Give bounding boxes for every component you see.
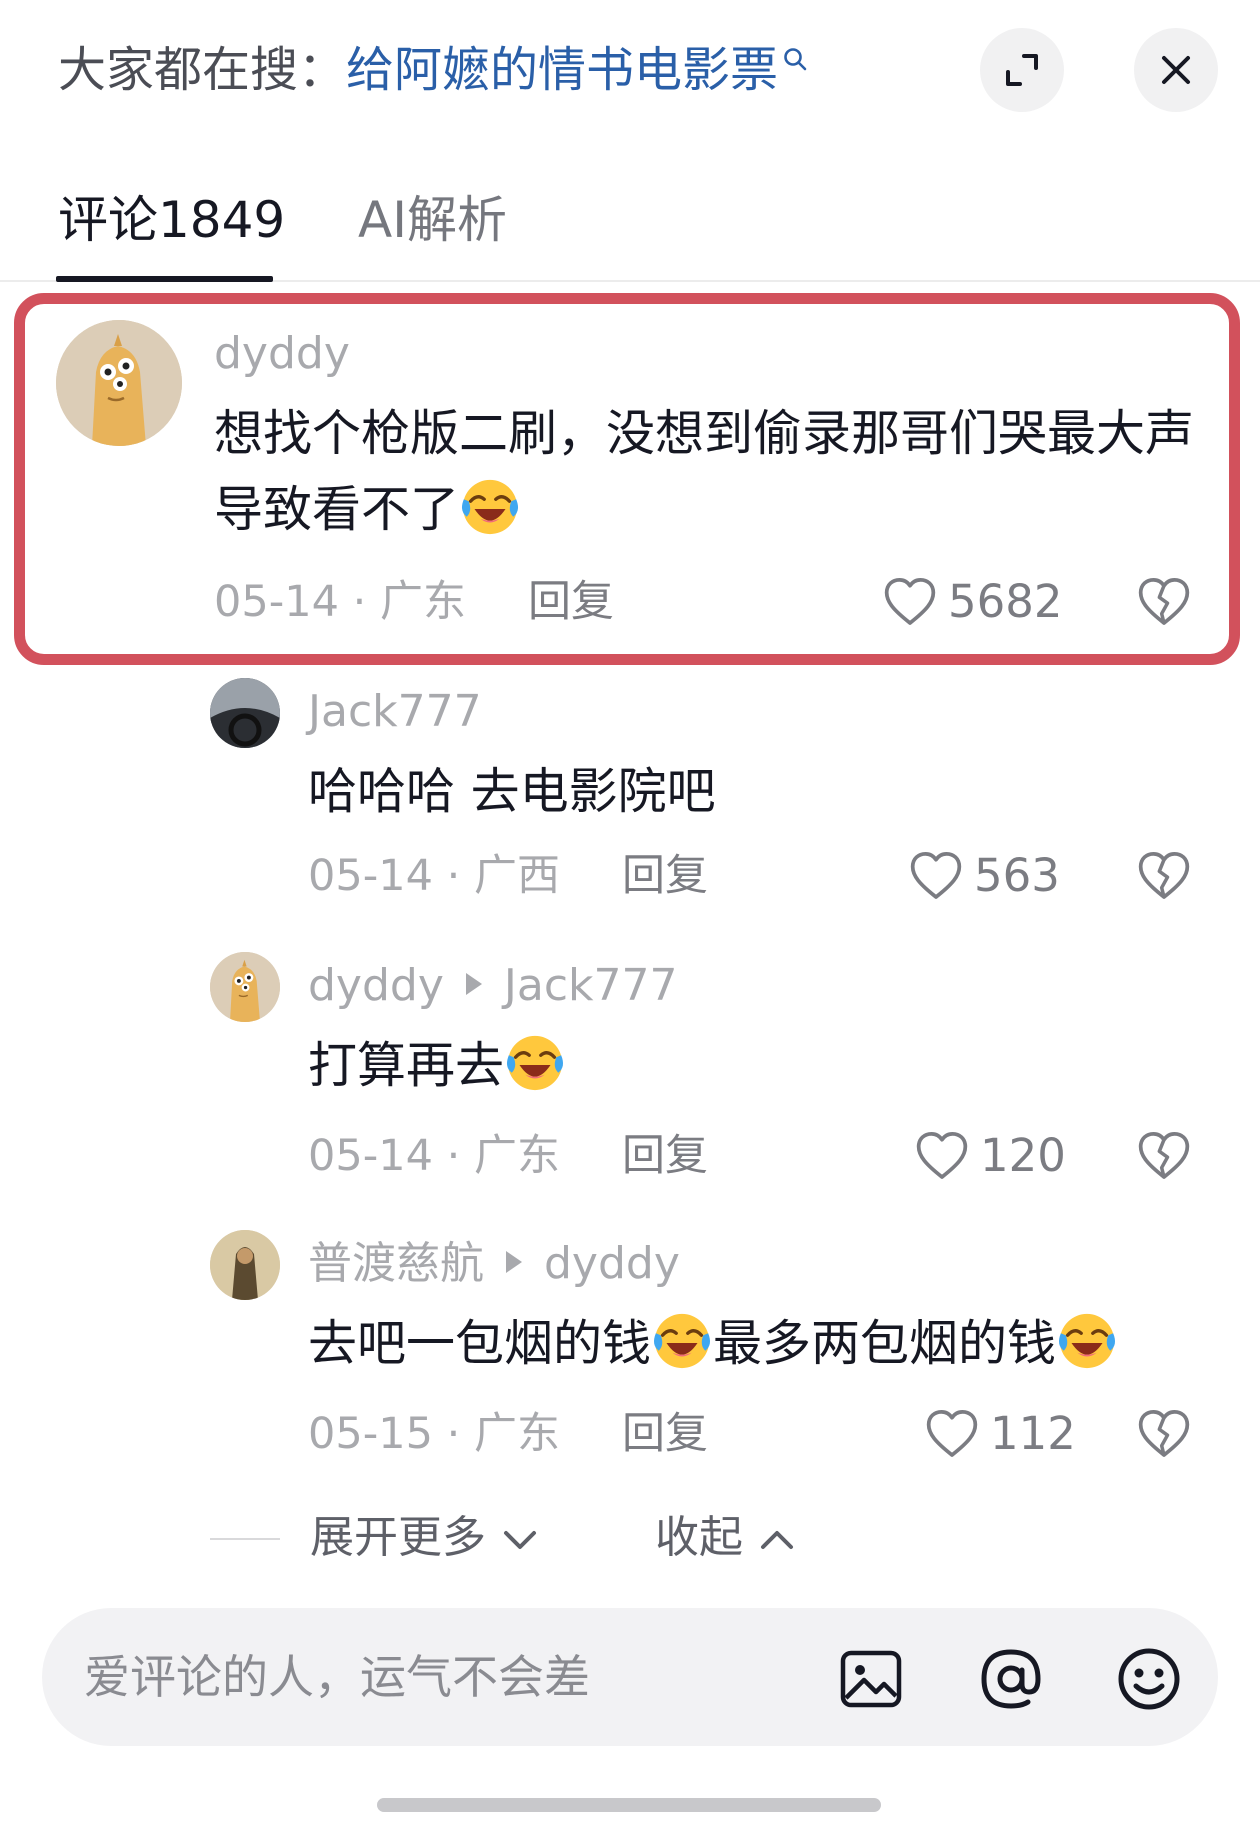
reply-to-arrow-icon <box>506 1251 522 1273</box>
comment-text: 想找个枪版二刷，没想到偷录那哥们哭最大声导致看不了 <box>214 396 1214 548</box>
search-suggestion-prefix: 大家都在搜： <box>58 42 347 98</box>
reply-location: 广西 <box>473 851 560 901</box>
figure-avatar-icon <box>210 1230 280 1300</box>
avatar[interactable] <box>56 320 182 446</box>
broken-heart-icon <box>1136 1406 1192 1462</box>
comment-input-bar <box>42 1608 1218 1746</box>
chevron-down-icon <box>504 1531 536 1549</box>
collapse-label: 收起 <box>655 1512 743 1563</box>
like-count: 112 <box>990 1407 1076 1460</box>
active-tab-indicator <box>56 276 273 282</box>
laughing-crying-emoji-icon <box>1056 1310 1118 1372</box>
like-count: 563 <box>974 849 1060 902</box>
dislike-button[interactable] <box>1136 574 1192 634</box>
dislike-button[interactable] <box>1136 848 1192 908</box>
reply-button[interactable]: 回复 <box>622 1128 708 1184</box>
reply-text: 去吧一包烟的钱 最多两包烟的钱 <box>308 1306 1118 1382</box>
reply-to-username[interactable]: dyddy <box>544 1238 680 1289</box>
avatar[interactable] <box>210 1230 280 1300</box>
reply-date: 05-15 <box>308 1409 433 1459</box>
thread-controls: 展开更多 收起 <box>210 1506 1110 1570</box>
expand-button[interactable] <box>980 28 1064 112</box>
divider <box>210 1538 280 1540</box>
reply-text-body: 打算再去 <box>308 1037 505 1094</box>
like-button[interactable]: 5682 <box>882 574 1063 630</box>
broken-heart-icon <box>1136 1128 1192 1184</box>
reply-meta: 05-14 · 广东 <box>308 1131 560 1181</box>
reply-button[interactable]: 回复 <box>622 848 708 904</box>
emoji-icon[interactable] <box>1114 1644 1184 1714</box>
search-icon <box>784 48 807 71</box>
heart-icon <box>882 574 938 630</box>
laughing-crying-emoji-icon <box>459 476 521 538</box>
comment-date: 05-14 <box>214 577 339 627</box>
collapse-button[interactable]: 收起 <box>655 1506 797 1570</box>
like-button[interactable]: 120 <box>914 1128 1066 1184</box>
chevron-up-icon <box>761 1531 793 1549</box>
comment-tabs: 评论1849 AI解析 <box>0 170 1260 282</box>
reply-text: 哈哈哈 去电影院吧 <box>308 763 716 820</box>
broken-heart-icon <box>1136 848 1192 904</box>
top-bar: 大家都在搜：给阿嬷的情书电影票 <box>0 0 1260 145</box>
reply-text-part1: 去吧一包烟的钱 <box>308 1315 652 1372</box>
comment-input[interactable] <box>84 1638 804 1716</box>
laughing-crying-emoji-icon <box>651 1310 713 1372</box>
car-interior-avatar-icon <box>210 678 280 748</box>
reply-location: 广东 <box>473 1131 560 1181</box>
avatar[interactable] <box>210 678 280 748</box>
image-icon[interactable] <box>836 1644 906 1714</box>
reply-username[interactable]: 普渡慈航 <box>308 1238 484 1289</box>
home-indicator[interactable] <box>377 1798 881 1812</box>
laughing-crying-emoji-icon <box>504 1032 566 1094</box>
comment-location: 广东 <box>379 577 466 627</box>
comment-username[interactable]: dyddy <box>214 326 350 382</box>
tab-ai-analysis[interactable]: AI解析 <box>358 180 507 260</box>
expand-more-button[interactable]: 展开更多 <box>310 1506 540 1570</box>
search-suggestion-keyword[interactable]: 给阿嬷的情书电影票 <box>346 42 778 98</box>
reply-meta: 05-15 · 广东 <box>308 1409 560 1459</box>
close-button[interactable] <box>1134 28 1218 112</box>
reply-location: 广东 <box>473 1409 560 1459</box>
reply-text: 打算再去 <box>308 1028 566 1104</box>
like-button[interactable]: 112 <box>924 1406 1076 1462</box>
expand-icon <box>1006 54 1038 86</box>
reply-to-arrow-icon <box>465 973 482 995</box>
dislike-button[interactable] <box>1136 1406 1192 1466</box>
heart-icon <box>908 848 964 904</box>
comment-meta: 05-14 · 广东 <box>214 577 466 627</box>
like-button[interactable]: 563 <box>908 848 1060 904</box>
reply-username[interactable]: dyddy <box>308 960 444 1011</box>
reply-username-line: 普渡慈航 dyddy <box>308 1236 680 1292</box>
dislike-button[interactable] <box>1136 1128 1192 1188</box>
reply-username-line: dyddy Jack777 <box>308 958 677 1014</box>
avatar[interactable] <box>210 952 280 1022</box>
expand-more-label: 展开更多 <box>310 1512 486 1563</box>
close-icon <box>1162 56 1190 84</box>
reply-meta: 05-14 · 广西 <box>308 851 560 901</box>
cartoon-avatar-icon <box>210 952 280 1022</box>
heart-icon <box>914 1128 970 1184</box>
broken-heart-icon <box>1136 574 1192 630</box>
reply-username[interactable]: Jack777 <box>308 684 482 740</box>
like-count: 120 <box>980 1129 1066 1182</box>
reply-date: 05-14 <box>308 851 433 901</box>
reply-to-username[interactable]: Jack777 <box>504 960 678 1011</box>
reply-date: 05-14 <box>308 1131 433 1181</box>
reply-button[interactable]: 回复 <box>622 1406 708 1462</box>
cartoon-avatar-icon <box>56 320 182 446</box>
tab-comments[interactable]: 评论1849 <box>58 180 285 260</box>
comment-text-body: 想找个枪版二刷，没想到偷录那哥们哭最大声导致看不了 <box>214 405 1195 538</box>
reply-text-part2: 最多两包烟的钱 <box>713 1315 1057 1372</box>
heart-icon <box>924 1406 980 1462</box>
at-icon[interactable] <box>976 1644 1046 1714</box>
search-suggestion[interactable]: 大家都在搜：给阿嬷的情书电影票 <box>58 38 808 102</box>
like-count: 5682 <box>948 575 1063 628</box>
reply-button[interactable]: 回复 <box>528 574 614 630</box>
